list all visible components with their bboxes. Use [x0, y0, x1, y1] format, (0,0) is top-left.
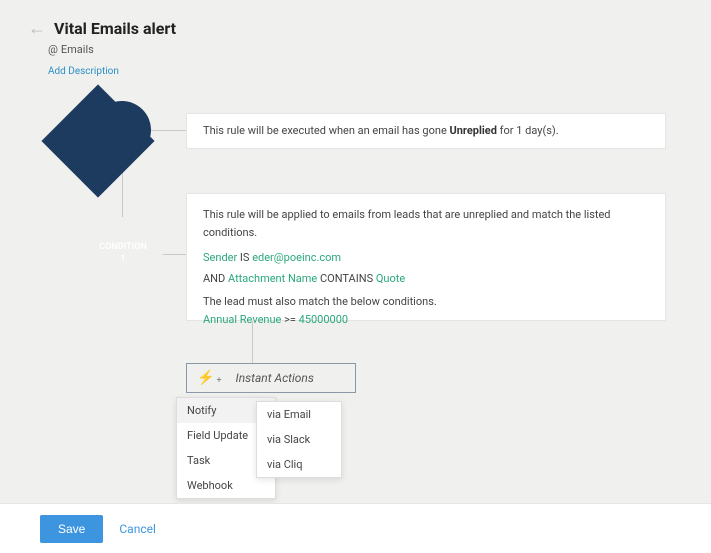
condition-rule-1: Sender IS eder@poeinc.com	[203, 249, 649, 267]
lead-intro: The lead must also match the below condi…	[203, 293, 649, 311]
connector-line	[151, 130, 186, 131]
notify-submenu: via Email via Slack via Cliq	[256, 401, 342, 478]
bolt-icon: ⚡	[197, 370, 214, 386]
instant-actions-label: Instant Actions	[236, 371, 314, 385]
workflow-canvas: WHEN This rule will be executed when an …	[58, 101, 683, 501]
when-text: This rule will be executed when an email…	[203, 122, 559, 140]
cancel-button[interactable]: Cancel	[119, 522, 156, 536]
save-button[interactable]: Save	[40, 515, 103, 543]
condition-node-bg	[41, 84, 154, 197]
when-card[interactable]: This rule will be executed when an email…	[186, 113, 666, 149]
condition-node[interactable]: CONDITION 1	[83, 214, 163, 294]
back-arrow-icon[interactable]: ←	[28, 18, 46, 39]
condition-card[interactable]: This rule will be applied to emails from…	[186, 193, 666, 321]
module-breadcrumb: @Emails	[48, 43, 683, 56]
condition-node-label-1: CONDITION	[99, 242, 146, 254]
menu-item-via-cliq[interactable]: via Cliq	[257, 452, 341, 477]
add-description-link[interactable]: Add Description	[48, 66, 683, 77]
page-title: Vital Emails alert	[54, 19, 176, 38]
condition-node-label-2: 1	[120, 254, 125, 266]
menu-item-via-slack[interactable]: via Slack	[257, 427, 341, 452]
menu-item-via-email[interactable]: via Email	[257, 402, 341, 427]
connector-line	[252, 321, 253, 363]
module-name: Emails	[61, 43, 94, 56]
footer-bar: Save Cancel	[0, 503, 711, 553]
condition-rule-2: AND Attachment Name CONTAINS Quote	[203, 270, 649, 288]
plus-icon: +	[216, 376, 221, 386]
instant-actions-button[interactable]: ⚡+ Instant Actions	[186, 363, 356, 393]
connector-line	[163, 254, 186, 255]
condition-intro: This rule will be applied to emails from…	[203, 206, 649, 241]
lead-rule: Annual Revenue >= 45000000	[203, 311, 649, 329]
at-icon: @	[48, 43, 58, 56]
